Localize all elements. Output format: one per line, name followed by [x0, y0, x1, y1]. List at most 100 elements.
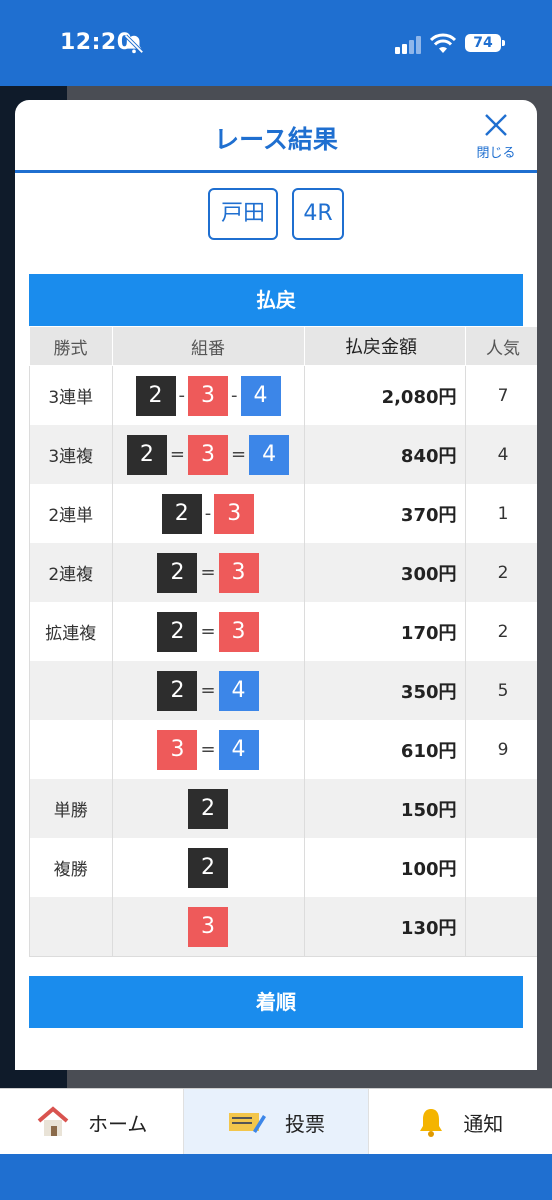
- combination: 2 = 3: [157, 611, 259, 652]
- boat-number-2: 2: [135, 375, 176, 416]
- combination-separator: -: [178, 385, 186, 406]
- boat-number-2: 2: [188, 847, 228, 888]
- table-row: 単勝 2 150円: [29, 779, 537, 838]
- bet-type-cell: [29, 661, 113, 720]
- payout-amount-cell: 610円: [304, 720, 466, 779]
- close-label: 閉じる: [476, 146, 516, 161]
- combination: 2: [188, 788, 228, 829]
- popularity-cell: [465, 838, 537, 897]
- boat-number-3: 3: [188, 906, 228, 947]
- combination-cell: 2 = 3: [112, 602, 305, 661]
- popularity-cell: 1: [465, 484, 537, 543]
- boat-number-3: 3: [157, 729, 198, 770]
- boat-number-3: 3: [188, 434, 228, 475]
- combination-separator: =: [231, 444, 247, 465]
- finish-order-section-header[interactable]: 着順: [29, 976, 523, 1028]
- boat-number-4: 4: [218, 670, 259, 711]
- ticket-icon: [228, 1113, 266, 1133]
- home-icon: [37, 1106, 69, 1136]
- table-row: 3 130円: [29, 897, 537, 957]
- tab-notification[interactable]: 通知: [369, 1089, 552, 1155]
- boat-number-2: 2: [157, 552, 198, 593]
- combination-separator: -: [231, 385, 238, 406]
- popularity-cell: 2: [465, 602, 537, 661]
- race-number-chip: 4R: [292, 188, 344, 240]
- combination-separator: -: [204, 503, 212, 524]
- boat-number-2: 2: [126, 434, 167, 475]
- combination-cell: 2 = 3: [112, 543, 305, 602]
- popularity-cell: [465, 779, 537, 838]
- table-row: 2連複 2 = 3 300円 2: [29, 543, 537, 602]
- boat-number-3: 3: [214, 493, 255, 534]
- popularity-cell: [465, 897, 537, 957]
- combination-cell: 3: [112, 897, 305, 957]
- bet-type-cell: [29, 720, 113, 779]
- payout-amount-cell: 350円: [304, 661, 466, 720]
- payout-section-header[interactable]: 払戻: [29, 274, 523, 326]
- combination: 2-3: [161, 493, 255, 534]
- bet-type-cell: 拡連複: [29, 602, 113, 661]
- table-row: 2連単 2-3 370円 1: [29, 484, 537, 543]
- tab-home-label: ホーム: [87, 1111, 148, 1136]
- bet-type-cell: 単勝: [29, 779, 113, 838]
- payout-table: 勝式 組番 払戻金額 人気 3連単 2-3-4 2,080円 7 3連複 2 = 3 = 4 840…: [29, 326, 537, 957]
- tab-vote[interactable]: 投票: [184, 1089, 369, 1155]
- combination-separator: =: [200, 739, 216, 760]
- bet-type-cell: [29, 897, 113, 957]
- combination-cell: 2-3: [112, 484, 305, 543]
- table-row: 3連単 2-3-4 2,080円 7: [29, 365, 537, 425]
- boat-number-3: 3: [188, 375, 228, 416]
- bet-type-cell: 3連単: [29, 365, 113, 425]
- boat-number-2: 2: [157, 611, 198, 652]
- table-row: 拡連複 2 = 3 170円 2: [29, 602, 537, 661]
- modal-header: レース結果 閉じる: [15, 100, 537, 173]
- modal-title: レース結果: [214, 125, 338, 154]
- payout-amount-cell: 840円: [304, 425, 466, 484]
- boat-number-4: 4: [218, 729, 259, 770]
- boat-number-4: 4: [240, 375, 281, 416]
- bet-type-cell: 複勝: [29, 838, 113, 897]
- close-icon: [485, 114, 507, 136]
- bell-off-icon: [124, 34, 144, 54]
- table-row: 3連複 2 = 3 = 4 840円 4: [29, 425, 537, 484]
- combination: 3 = 4: [157, 729, 259, 770]
- payout-amount-cell: 2,080円: [304, 365, 466, 425]
- combination: 3: [188, 906, 228, 947]
- bottom-tab-bar: ホーム 投票 通知: [0, 1088, 552, 1155]
- bottom-strip: [0, 1154, 552, 1200]
- bet-type-cell: 2連単: [29, 484, 113, 543]
- signal-icon: [395, 36, 421, 54]
- boat-number-3: 3: [218, 552, 259, 593]
- combination: 2 = 3: [157, 552, 259, 593]
- boat-number-3: 3: [218, 611, 259, 652]
- popularity-cell: 2: [465, 543, 537, 602]
- combination-cell: 2 = 4: [112, 661, 305, 720]
- tab-home[interactable]: ホーム: [0, 1089, 185, 1155]
- tab-notification-label: 通知: [463, 1111, 504, 1136]
- header-payout-amount: 払戻金額: [304, 326, 466, 366]
- boat-number-2: 2: [161, 493, 202, 534]
- payout-amount-cell: 150円: [304, 779, 466, 838]
- battery-indicator: 74: [465, 34, 501, 52]
- race-info-chips: 戸田 4R: [15, 188, 537, 240]
- battery-tip: [502, 40, 505, 46]
- combination: 2-3-4: [135, 375, 281, 416]
- wifi-icon: [430, 33, 456, 53]
- close-button[interactable]: 閉じる: [471, 112, 521, 162]
- combination-cell: 2-3-4: [112, 365, 305, 425]
- venue-chip: 戸田: [208, 188, 278, 240]
- bet-type-cell: 2連複: [29, 543, 113, 602]
- table-row: 2 = 4 350円 5: [29, 661, 537, 720]
- combination: 2 = 3 = 4: [126, 434, 290, 475]
- combination-cell: 2: [112, 838, 305, 897]
- payout-table-header: 勝式 組番 払戻金額 人気: [29, 326, 537, 366]
- combination-separator: =: [200, 562, 216, 583]
- combination-cell: 3 = 4: [112, 720, 305, 779]
- header-popularity: 人気: [465, 326, 537, 366]
- boat-number-4: 4: [249, 434, 290, 475]
- table-row: 3 = 4 610円 9: [29, 720, 537, 779]
- status-time: 12:20: [60, 30, 133, 55]
- header-bet-type: 勝式: [29, 326, 113, 366]
- popularity-cell: 5: [465, 661, 537, 720]
- popularity-cell: 9: [465, 720, 537, 779]
